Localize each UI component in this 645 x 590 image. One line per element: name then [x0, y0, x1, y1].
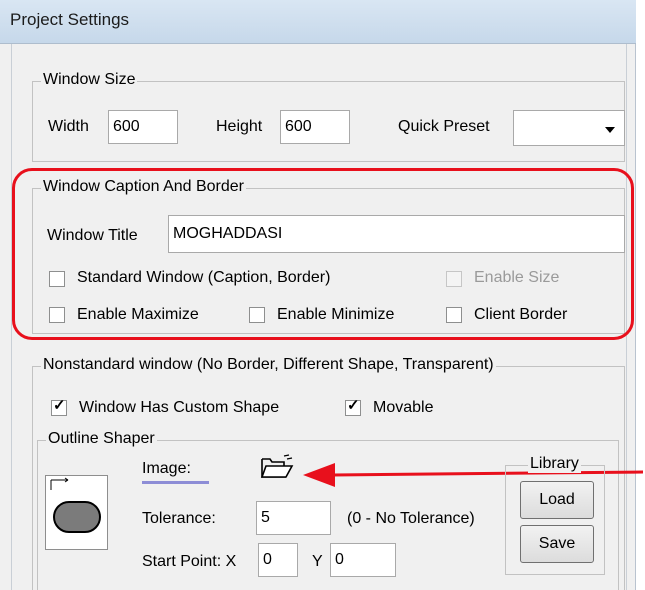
start-point-y-input[interactable]	[330, 543, 396, 577]
load-button[interactable]: Load	[520, 481, 594, 519]
save-button[interactable]: Save	[520, 525, 594, 563]
enable-minimize-label[interactable]: Enable Minimize	[277, 306, 394, 324]
client-border-checkbox[interactable]	[446, 307, 462, 323]
enable-size-checkbox[interactable]	[446, 271, 462, 287]
rounded-shape-preview-icon	[50, 477, 101, 533]
caption-border-legend: Window Caption And Border	[41, 178, 246, 196]
window-size-legend: Window Size	[41, 71, 138, 89]
checkmark-icon: ✓	[347, 397, 360, 414]
shape-preview	[45, 475, 108, 550]
quick-preset-dropdown[interactable]	[513, 110, 625, 146]
custom-shape-label[interactable]: Window Has Custom Shape	[79, 399, 279, 417]
enable-size-label[interactable]: Enable Size	[474, 269, 559, 287]
tolerance-label: Tolerance:	[142, 510, 216, 527]
tolerance-input[interactable]	[256, 501, 331, 535]
movable-checkbox[interactable]: ✓	[345, 397, 361, 416]
standard-window-checkbox[interactable]	[49, 271, 65, 287]
image-label: Image:	[142, 460, 191, 477]
width-input[interactable]	[108, 110, 178, 144]
window-title-label: Window Title	[47, 227, 138, 244]
window-title: Project Settings	[10, 10, 130, 29]
outline-shaper-legend: Outline Shaper	[46, 430, 157, 448]
chevron-down-icon[interactable]	[605, 127, 615, 133]
height-label: Height	[216, 118, 263, 135]
nonstandard-window-legend: Nonstandard window (No Border, Different…	[41, 356, 496, 374]
checkmark-icon: ✓	[53, 397, 66, 414]
library-legend: Library	[528, 455, 581, 473]
open-folder-icon[interactable]	[260, 454, 294, 485]
start-point-x-input[interactable]	[258, 543, 298, 577]
title-bar[interactable]: Project Settings	[0, 0, 636, 44]
enable-maximize-label[interactable]: Enable Maximize	[77, 306, 199, 324]
movable-label[interactable]: Movable	[373, 399, 433, 417]
client-border-label[interactable]: Client Border	[474, 306, 567, 324]
quick-preset-label: Quick Preset	[398, 118, 490, 135]
width-label: Width	[48, 118, 89, 135]
height-input[interactable]	[280, 110, 350, 144]
standard-window-label[interactable]: Standard Window (Caption, Border)	[77, 269, 330, 287]
window-title-input[interactable]	[168, 215, 625, 253]
image-underline	[142, 481, 209, 484]
tolerance-hint: (0 - No Tolerance)	[347, 510, 475, 527]
custom-shape-checkbox[interactable]: ✓	[51, 397, 67, 416]
start-point-y-label: Y	[312, 553, 323, 570]
enable-minimize-checkbox[interactable]	[249, 307, 265, 323]
start-point-label: Start Point: X	[142, 553, 237, 570]
enable-maximize-checkbox[interactable]	[49, 307, 65, 323]
